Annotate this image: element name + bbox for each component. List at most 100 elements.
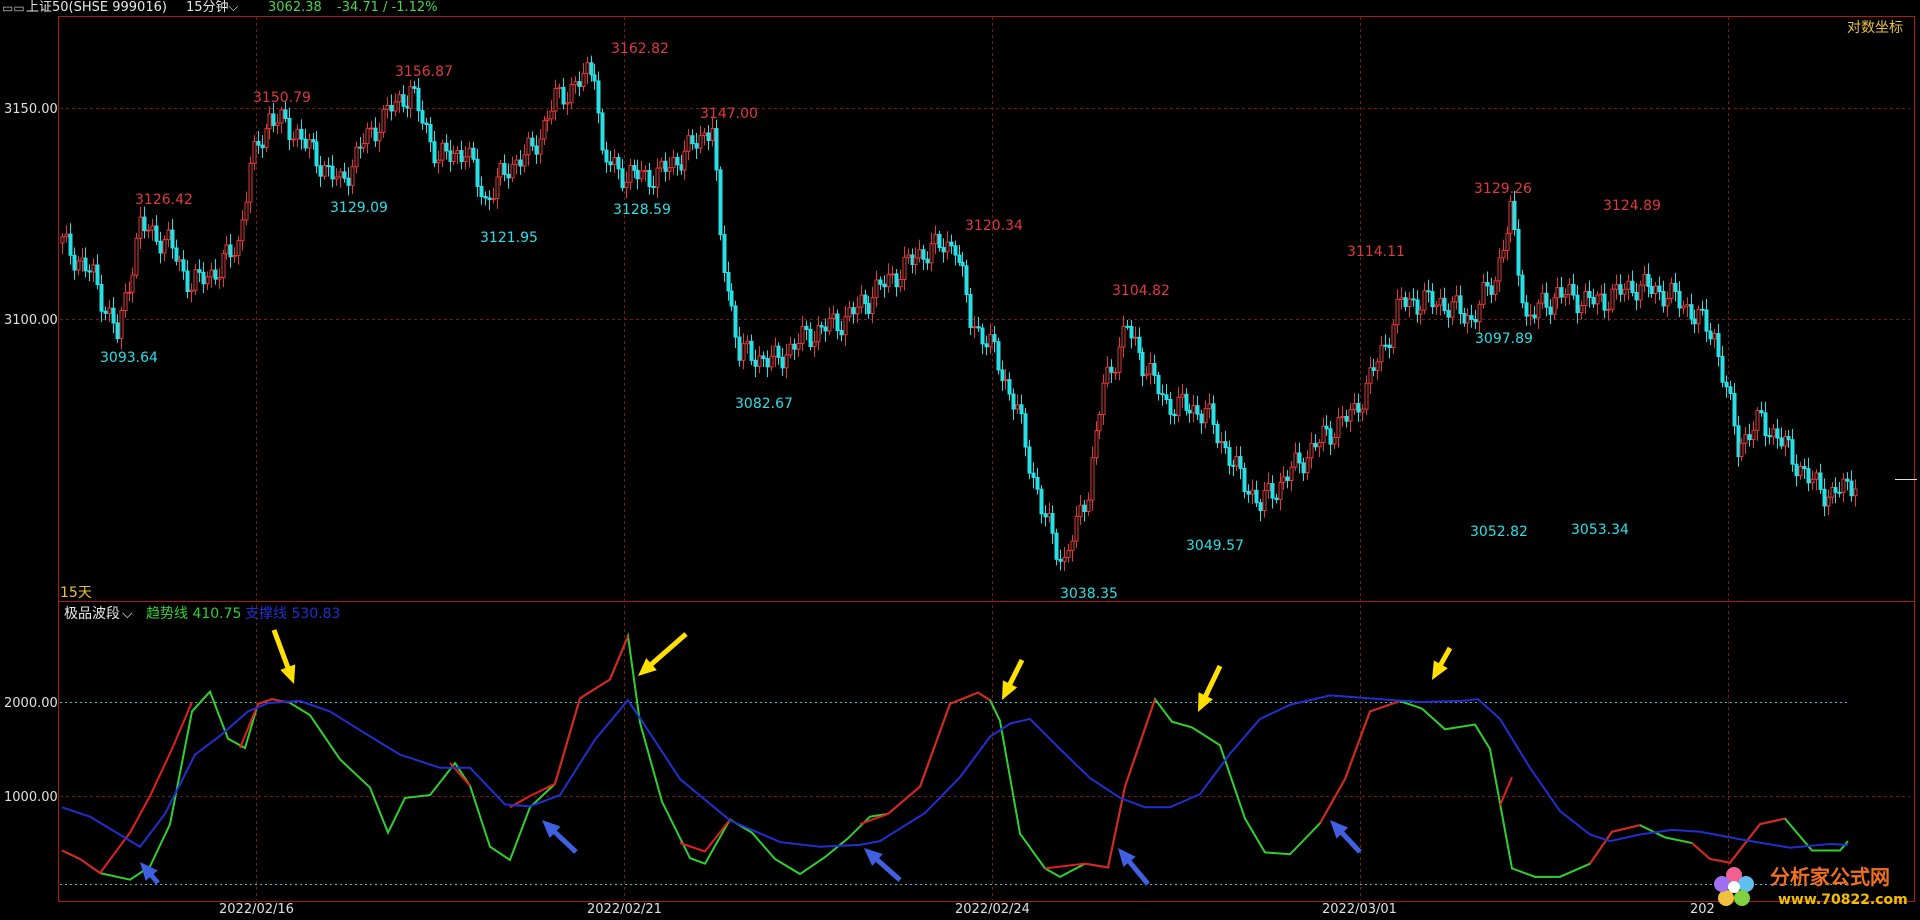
candle-body xyxy=(1270,483,1275,499)
candle-body xyxy=(1708,330,1713,340)
candle-body xyxy=(1274,497,1279,501)
low-price-label: 3053.34 xyxy=(1571,522,1629,538)
candle-body xyxy=(1250,489,1255,495)
candle-body xyxy=(1031,472,1036,478)
candle-body xyxy=(561,86,566,105)
candle-body xyxy=(804,325,809,330)
candle-body xyxy=(1555,287,1560,299)
candle-body xyxy=(1579,305,1584,314)
candle-body xyxy=(1520,274,1525,304)
candle-body xyxy=(1129,325,1134,339)
candle-body xyxy=(459,150,464,163)
candle-body xyxy=(925,258,930,264)
candle-body xyxy=(424,122,429,126)
candle-body xyxy=(354,146,359,168)
candle-body xyxy=(1661,291,1666,307)
high-price-label: 3114.11 xyxy=(1347,244,1405,260)
candle-body xyxy=(1622,288,1627,295)
candle-body xyxy=(1422,290,1427,311)
candle-body xyxy=(1019,404,1024,415)
chevron-down-icon[interactable]: ⌵ xyxy=(122,606,133,622)
candle-body xyxy=(1003,379,1008,382)
candle-body xyxy=(264,128,269,149)
candle-body xyxy=(506,173,511,179)
candle-body xyxy=(1000,369,1005,382)
candle-body xyxy=(1278,481,1283,501)
candle-body xyxy=(1720,356,1725,383)
stock-chart[interactable]: 3150.00 3100.00 2000.00 1000.00 对数坐标 15天… xyxy=(0,0,1920,920)
low-price-label: 3049.57 xyxy=(1186,538,1244,554)
candle-body xyxy=(123,292,128,311)
candle-body xyxy=(76,260,81,271)
candle-body xyxy=(1027,446,1032,474)
buy-signal-arrow xyxy=(864,848,902,882)
candle-body xyxy=(573,81,578,86)
candle-body xyxy=(569,84,574,104)
candle-body xyxy=(647,169,652,188)
candle-body xyxy=(142,216,147,232)
candle-body xyxy=(1563,294,1568,298)
candle-body xyxy=(761,355,766,360)
candle-body xyxy=(796,342,801,350)
watermark-url: www.70822.com xyxy=(1778,892,1908,908)
candle-body xyxy=(1489,285,1494,295)
sell-signal-arrow xyxy=(638,632,688,676)
candle-body xyxy=(455,150,460,154)
candle-body xyxy=(1779,437,1784,447)
indicator-selector[interactable]: 极品波段 xyxy=(64,606,120,622)
candle-body xyxy=(232,254,237,258)
candle-body xyxy=(1653,285,1658,294)
candle-body xyxy=(1066,550,1071,559)
candle-body xyxy=(158,240,163,254)
candle-body xyxy=(1332,436,1337,445)
candle-body xyxy=(859,294,864,308)
candle-body xyxy=(444,142,449,152)
candle-body xyxy=(984,343,989,348)
candle-body xyxy=(1434,304,1439,308)
candle-body xyxy=(628,165,633,183)
candle-body xyxy=(440,142,445,161)
candle-body xyxy=(197,269,202,273)
candle-body xyxy=(780,356,785,369)
log-axis-toggle[interactable]: 对数坐标 xyxy=(1847,20,1903,36)
candle-body xyxy=(589,62,594,76)
candle-body xyxy=(1548,306,1553,315)
candle-body xyxy=(749,340,754,361)
candle-body xyxy=(322,165,327,177)
candle-body xyxy=(1140,351,1145,377)
candle-body xyxy=(1630,280,1635,294)
candle-body xyxy=(608,161,613,166)
candle-body xyxy=(1571,283,1576,296)
sell-signal-arrow xyxy=(1432,646,1453,680)
candle-body xyxy=(941,247,946,253)
candle-body xyxy=(1356,403,1361,413)
candle-body xyxy=(1692,318,1697,325)
candlestick-series xyxy=(60,55,1858,572)
candle-body xyxy=(1411,298,1416,301)
candle-body xyxy=(1152,362,1157,376)
candle-body xyxy=(72,254,77,271)
candle-body xyxy=(381,108,386,133)
candle-body xyxy=(890,273,895,276)
candle-body xyxy=(1512,200,1517,230)
candle-body xyxy=(103,310,108,314)
candle-body xyxy=(1798,465,1803,477)
candle-body xyxy=(1681,305,1686,309)
candle-body xyxy=(694,143,699,149)
candle-body xyxy=(205,276,210,285)
candle-body xyxy=(401,94,406,107)
y-label-3100: 3100.00 xyxy=(4,313,58,328)
trend-line-up-segment xyxy=(1589,824,1641,865)
watermark-title: 分析家公式网 xyxy=(1770,865,1890,889)
candle-body xyxy=(1454,295,1459,303)
candle-body xyxy=(1324,425,1329,430)
candle-body xyxy=(557,86,562,89)
candle-body xyxy=(463,156,468,163)
candle-body xyxy=(150,225,155,231)
trend-line-up-segment xyxy=(1691,817,1786,864)
candle-body xyxy=(690,135,695,145)
candle-body xyxy=(698,135,703,149)
candle-body xyxy=(295,128,300,140)
candle-body xyxy=(847,307,852,318)
candle-body xyxy=(1074,515,1079,542)
